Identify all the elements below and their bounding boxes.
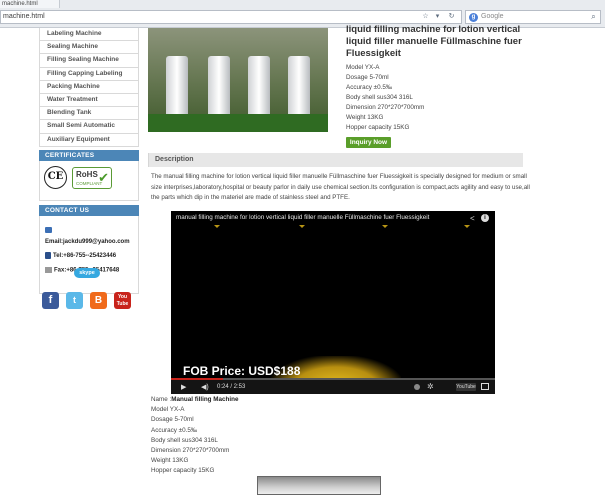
detail-specs: Name :Manual filling Machine Model YX-A … <box>151 395 238 477</box>
search-box[interactable]: g Google ⌕ <box>465 10 601 24</box>
category-sealing-machine[interactable]: Sealing Machine <box>39 41 139 55</box>
spec-line: Model YX-A <box>346 64 380 71</box>
play-icon[interactable]: ▶ <box>181 383 186 391</box>
video-player[interactable]: manual filling machine for lotion vertic… <box>171 211 495 394</box>
info-icon[interactable]: i <box>481 214 489 222</box>
category-small-semi-automatic[interactable]: Small Semi Automatic <box>39 120 139 134</box>
detail-line: Model YX-A <box>151 406 185 414</box>
video-controls: ▶ ◀) 0:24 / 2:53 ✲ YouTube <box>171 380 495 394</box>
marker-icon <box>214 225 220 228</box>
detail-line: Weight 13KG <box>151 457 189 465</box>
certificates-box: CE RoHS COMPLIANT ✔ <box>39 160 139 201</box>
category-filling-sealing-machine[interactable]: Filling Sealing Machine <box>39 54 139 68</box>
detail-name-line: Name :Manual filling Machine <box>151 395 238 405</box>
category-labeling-machine[interactable]: Labeling Machine <box>39 28 139 42</box>
detail-line: Dosage 5-70ml <box>151 416 194 424</box>
machine-shape <box>282 56 316 126</box>
spec-line: Hopper capacity 15KG <box>346 124 410 131</box>
marker-icon <box>299 225 305 228</box>
category-auxiliary-equipment[interactable]: Auxiliary Equipment <box>39 133 139 147</box>
fob-price-overlay: FOB Price: USD$188 <box>183 364 301 378</box>
product-image[interactable] <box>148 28 328 132</box>
certificates-heading: CERTIFICATES <box>39 149 139 161</box>
detail-line: Hopper capacity 15KG <box>151 467 215 475</box>
search-icon[interactable]: ⌕ <box>589 12 598 22</box>
star-icon[interactable]: ☆ <box>421 12 430 22</box>
detail-line: Accuracy ±0.5‰ <box>151 426 198 434</box>
detail-line: Body shell sus304 316L <box>151 436 218 444</box>
description-text: The manual filling machine for lotion ve… <box>151 173 530 201</box>
spec-line: Body shell sus304 316L <box>346 94 413 101</box>
mail-icon <box>45 226 52 233</box>
browser-tab[interactable]: machine.html <box>0 0 60 8</box>
marker-icon <box>382 225 388 228</box>
category-packing-machine[interactable]: Packing Machine <box>39 80 139 94</box>
facebook-icon[interactable]: f <box>42 292 59 309</box>
reload-icon[interactable]: ↻ <box>447 12 456 22</box>
share-icon[interactable]: < <box>470 214 475 223</box>
contact-box: Email:jackdu999@yahoo.com Tel:+86-755--2… <box>39 215 139 294</box>
image-floor <box>148 114 328 132</box>
email-row <box>45 226 54 234</box>
ce-certificate-icon: CE <box>44 165 67 189</box>
machine-shape <box>242 56 276 126</box>
twitter-icon[interactable]: t <box>66 292 83 309</box>
address-url: machine.html <box>3 13 45 20</box>
skype-button[interactable]: skype <box>74 268 100 278</box>
machine-shape <box>160 56 194 126</box>
marker-icon <box>464 225 470 228</box>
product-specs: Model YX-A Dosage 5-70ml Accuracy ±0.5‰ … <box>346 63 424 133</box>
search-input[interactable]: Google <box>481 13 504 20</box>
spec-line: Dosage 5-70ml <box>346 74 389 81</box>
checkmark-icon: ✔ <box>98 169 109 185</box>
email-text[interactable]: Email:jackdu999@yahoo.com <box>45 239 130 245</box>
category-blending-tank[interactable]: Blending Tank <box>39 107 139 121</box>
annotations-icon[interactable] <box>414 384 420 390</box>
fax-icon <box>45 266 52 273</box>
contact-heading: CONTACT US <box>39 204 139 216</box>
detail-name-label: Name : <box>151 396 172 403</box>
video-time: 0:24 / 2:53 <box>217 384 246 390</box>
detail-line: Dimension 270*270*700mm <box>151 447 230 455</box>
spec-line: Weight 13KG <box>346 114 384 121</box>
inquiry-now-button[interactable]: Inquiry Now <box>346 137 391 148</box>
sidebar: Labeling Machine Sealing Machine Filling… <box>39 28 139 294</box>
tel-row: Tel:+86-755--25423446 <box>45 251 117 259</box>
category-filling-capping-labeling[interactable]: Filling Capping Labeling <box>39 67 139 81</box>
fullscreen-icon[interactable] <box>481 383 489 390</box>
tel-text: Tel:+86-755--25423446 <box>53 252 117 259</box>
youtube-logo[interactable]: YouTube <box>456 383 476 391</box>
spec-line: Dimension 270*270*700mm <box>346 104 425 111</box>
address-bar[interactable]: machine.html ☆ ▾ ↻ <box>0 10 462 24</box>
phone-icon <box>45 251 51 259</box>
rohs-certificate-icon: RoHS COMPLIANT ✔ <box>72 166 112 189</box>
machine-shape <box>202 56 236 126</box>
volume-icon[interactable]: ◀) <box>201 383 209 391</box>
youtube-icon[interactable]: You Tube <box>114 292 131 309</box>
spec-line: Accuracy ±0.5‰ <box>346 84 393 91</box>
google-icon: g <box>469 13 478 22</box>
video-title[interactable]: manual filling machine for lotion vertic… <box>176 214 429 221</box>
description-tab[interactable]: Description <box>148 153 523 167</box>
product-photo-bottom[interactable] <box>257 476 381 495</box>
category-water-treatment[interactable]: Water Treatment <box>39 93 139 108</box>
detail-name-value: Manual filling Machine <box>171 396 239 403</box>
gear-icon[interactable]: ✲ <box>427 382 434 391</box>
description-heading: Description <box>155 156 194 163</box>
blogger-icon[interactable]: B <box>90 292 107 309</box>
product-title: liquid filling machine for lotion vertic… <box>346 24 522 59</box>
dropdown-icon[interactable]: ▾ <box>433 12 442 22</box>
rohs-label: RoHS <box>76 169 98 179</box>
